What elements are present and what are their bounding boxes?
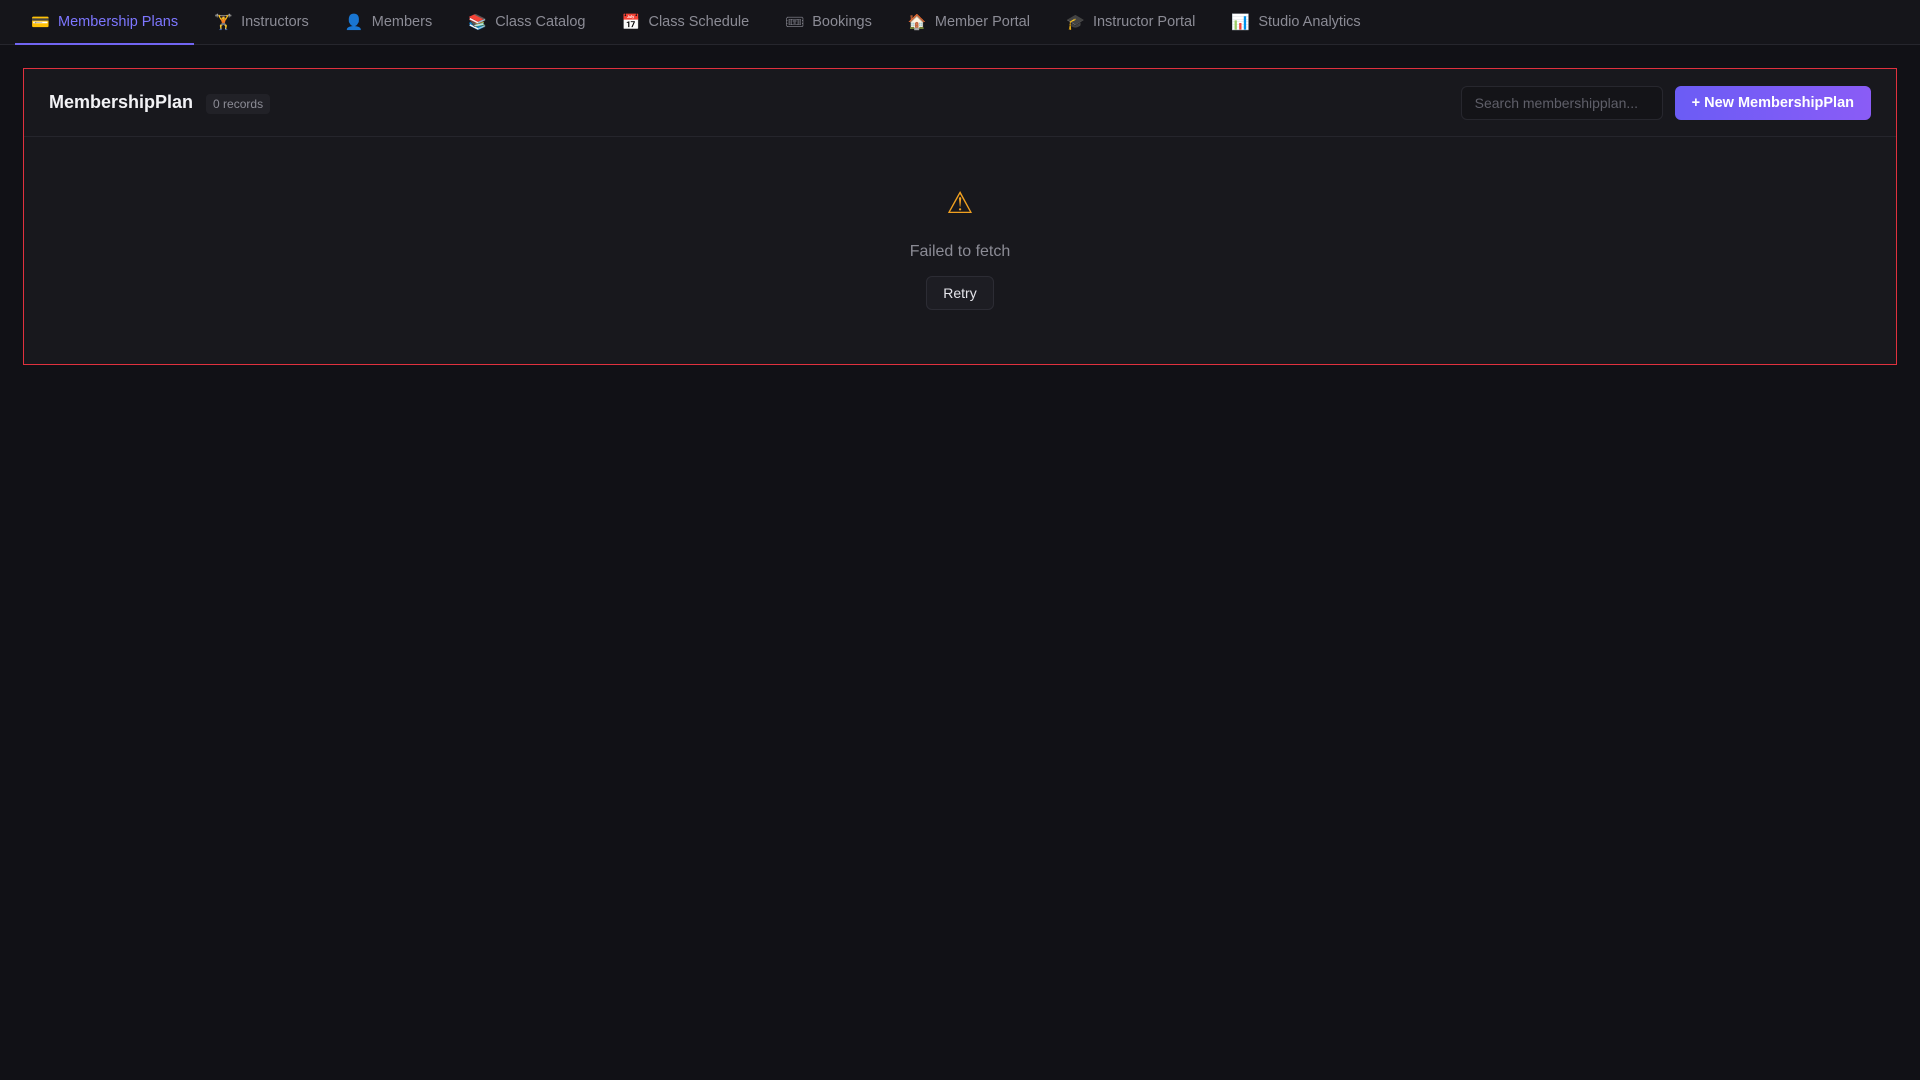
- tab-label: Members: [371, 14, 433, 30]
- ticket-icon: 🎟: [785, 13, 805, 31]
- tab-studio-analytics[interactable]: 📊 Studio Analytics: [1215, 0, 1376, 44]
- house-icon: 🏠: [907, 13, 927, 31]
- error-message: Failed to fetch: [909, 243, 1011, 260]
- tab-label: Membership Plans: [58, 14, 179, 30]
- tab-label: Class Catalog: [495, 14, 586, 30]
- person-icon: 👤: [344, 13, 364, 31]
- retry-button[interactable]: Retry: [926, 276, 994, 310]
- tab-class-catalog[interactable]: 📚 Class Catalog: [452, 0, 601, 44]
- page-title: MembershipPlan: [49, 92, 194, 112]
- panel-header: MembershipPlan 0 records + New Membershi…: [24, 69, 1896, 137]
- tab-instructors[interactable]: 🏋 Instructors: [198, 0, 325, 44]
- search-input[interactable]: [1460, 85, 1663, 120]
- tab-label: Bookings: [812, 14, 872, 30]
- bar-chart-icon: 📊: [1231, 13, 1250, 31]
- tab-label: Member Portal: [934, 14, 1030, 30]
- tab-label: Studio Analytics: [1258, 14, 1361, 30]
- graduation-cap-icon: 🎓: [1065, 13, 1085, 31]
- tab-bookings[interactable]: 🎟 Bookings: [769, 0, 888, 44]
- tab-label: Instructors: [241, 14, 309, 30]
- credit-card-icon: 💳: [31, 13, 50, 31]
- tab-label: Class Schedule: [648, 14, 750, 30]
- tab-class-schedule[interactable]: 📅 Class Schedule: [605, 0, 765, 44]
- books-icon: 📚: [468, 13, 487, 31]
- top-navigation: 💳 Membership Plans 🏋 Instructors 👤 Membe…: [0, 0, 1920, 45]
- membership-plan-panel: MembershipPlan 0 records + New Membershi…: [23, 68, 1897, 365]
- tab-member-portal[interactable]: 🏠 Member Portal: [892, 0, 1046, 44]
- weightlifter-icon: 🏋: [214, 13, 233, 31]
- warning-icon: ⚠: [946, 187, 974, 220]
- calendar-icon: 📅: [621, 13, 641, 31]
- tab-label: Instructor Portal: [1092, 14, 1196, 30]
- tab-membership-plans[interactable]: 💳 Membership Plans: [15, 0, 195, 45]
- new-membership-plan-button[interactable]: + New MembershipPlan: [1674, 85, 1871, 120]
- error-state: ⚠ Failed to fetch Retry: [24, 137, 1896, 310]
- records-count-badge: 0 records: [206, 93, 271, 114]
- tab-instructor-portal[interactable]: 🎓 Instructor Portal: [1050, 0, 1211, 44]
- tab-members[interactable]: 👤 Members: [329, 0, 448, 44]
